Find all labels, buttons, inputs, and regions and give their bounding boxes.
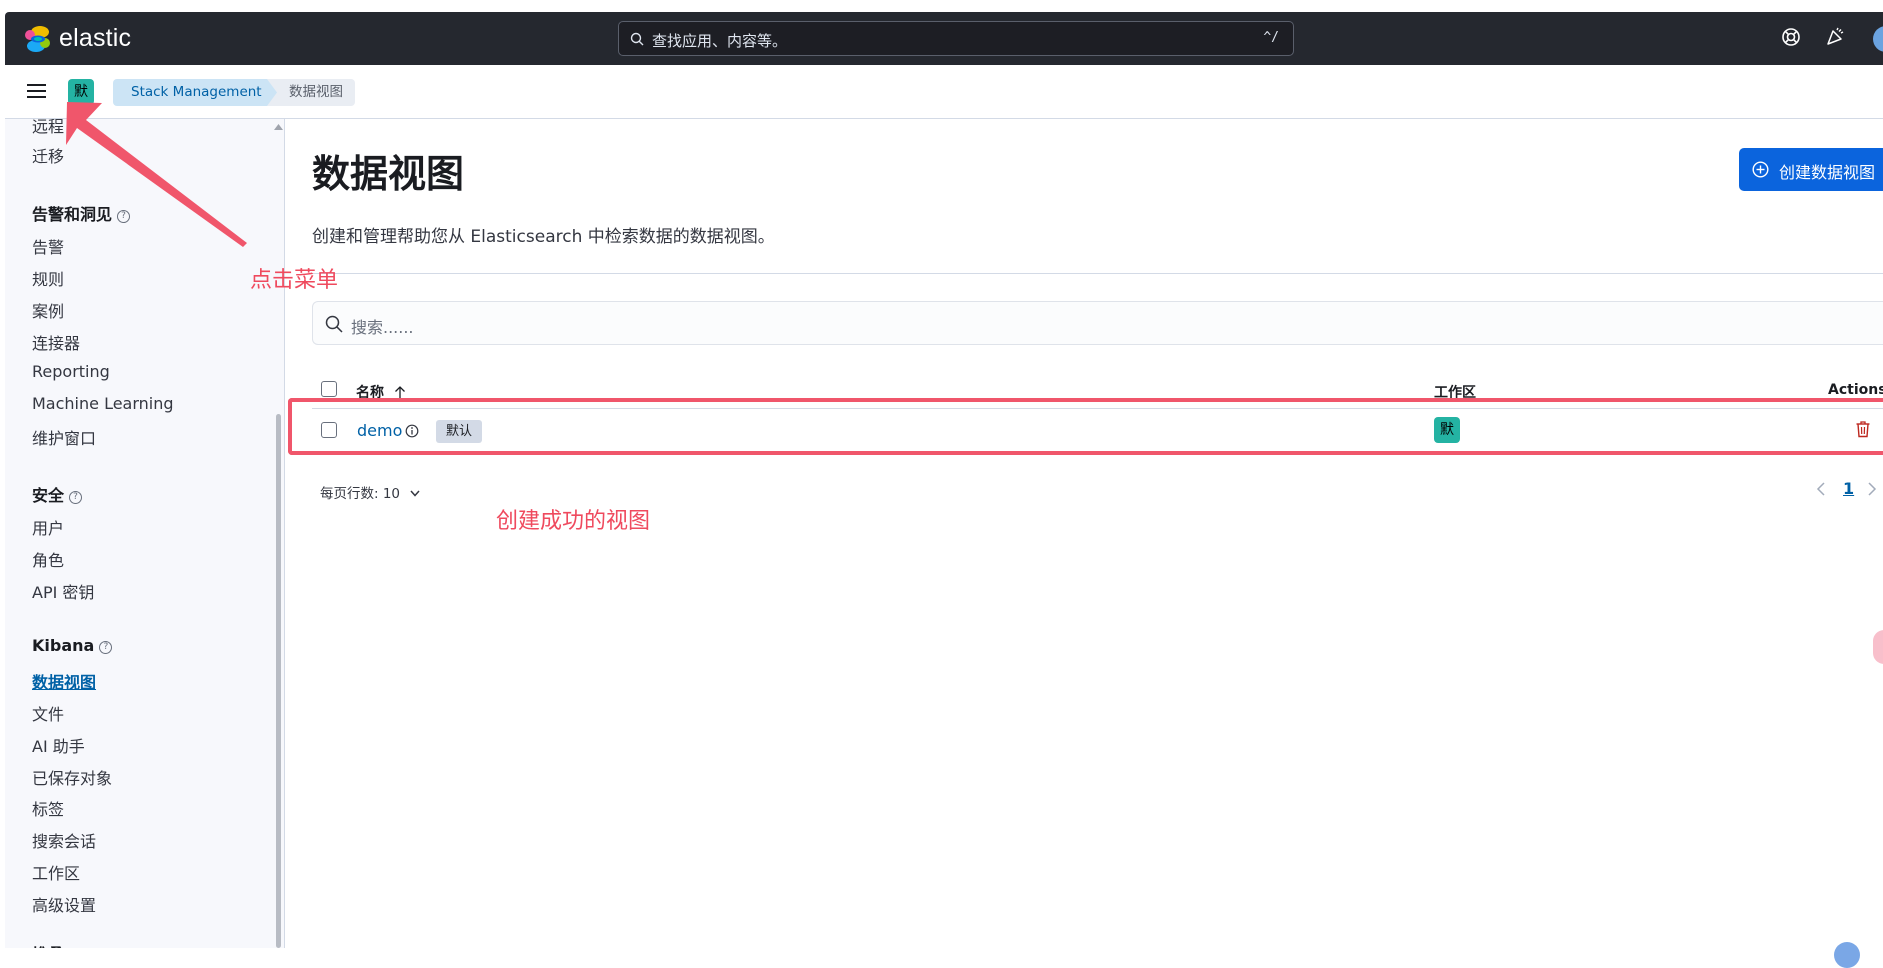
sidebar-item-data-views[interactable]: 数据视图 (32, 669, 96, 693)
annotation-click-menu: 点击菜单 (250, 262, 338, 294)
page-number-current[interactable]: 1 (1843, 479, 1854, 498)
select-all-checkbox[interactable] (321, 381, 337, 397)
breadcrumb-stack-management[interactable]: Stack Management (113, 79, 286, 106)
default-badge: 默认 (436, 420, 482, 443)
info-icon[interactable] (405, 424, 419, 438)
data-view-search-input[interactable]: 搜索...... (312, 301, 1883, 345)
sidebar-item-roles[interactable]: 角色 (32, 547, 64, 571)
sidebar-item-remote[interactable]: 远程 (32, 119, 64, 137)
help-lifebuoy-icon[interactable] (1781, 27, 1801, 47)
sidebar-item-migrate[interactable]: 迁移 (32, 143, 64, 167)
sidebar-heading-security: 安全? (32, 482, 82, 506)
sidebar-item-alerts[interactable]: 告警 (32, 234, 64, 258)
sidebar-item-ai-assistant[interactable]: AI 助手 (32, 733, 85, 757)
management-sidebar: 远程 迁移 告警和洞见? 告警 规则 案例 连接器 Reporting Mach… (5, 119, 285, 948)
data-view-name-link[interactable]: demo (357, 421, 402, 440)
news-feed-icon[interactable] (1825, 27, 1845, 47)
page-title: 数据视图 (312, 143, 464, 198)
search-shortcut-hint: ^/ (1263, 30, 1279, 45)
global-search-field[interactable]: 查找应用、内容等。 ^/ (618, 21, 1294, 56)
help-icon[interactable]: ? (69, 491, 82, 504)
table-row-divider (312, 453, 1883, 454)
chevron-down-icon (410, 490, 420, 497)
column-header-space: 工作区 (1434, 382, 1476, 402)
scroll-up-arrow-icon[interactable] (274, 124, 283, 130)
space-avatar: 默 (1434, 417, 1460, 443)
help-icon[interactable]: ? (117, 210, 130, 223)
sidebar-item-api-keys[interactable]: API 密钥 (32, 579, 94, 603)
create-data-view-label: 创建数据视图 (1779, 159, 1875, 183)
sidebar-item-users[interactable]: 用户 (32, 515, 64, 539)
column-header-name[interactable]: 名称 (356, 382, 406, 402)
row-select-checkbox[interactable] (321, 422, 337, 438)
global-search-placeholder: 查找应用、内容等。 (652, 30, 787, 51)
elastic-logo-icon[interactable] (23, 24, 53, 54)
hamburger-menu-icon[interactable] (27, 83, 47, 99)
sidebar-heading-kibana: Kibana? (32, 636, 112, 655)
search-icon (630, 32, 644, 46)
breadcrumb-bar: 默 Stack Management 数据视图 (5, 65, 1883, 119)
sidebar-item-connectors[interactable]: 连接器 (32, 330, 80, 354)
next-page-chevron-icon[interactable] (1867, 481, 1877, 497)
rows-per-page-selector[interactable]: 每页行数: 10 (320, 482, 420, 502)
annotation-highlight-box (288, 398, 1883, 455)
delete-trash-icon[interactable] (1855, 420, 1871, 438)
top-header: elastic 查找应用、内容等。 ^/ (5, 12, 1883, 65)
annotation-created-view: 创建成功的视图 (496, 503, 650, 535)
search-icon (325, 315, 343, 333)
user-avatar[interactable] (1873, 26, 1883, 52)
sidebar-item-files[interactable]: 文件 (32, 701, 64, 725)
sidebar-item-reporting[interactable]: Reporting (32, 362, 110, 381)
create-data-view-button[interactable]: 创建数据视图 (1739, 148, 1883, 191)
sidebar-item-search-sessions[interactable]: 搜索会话 (32, 828, 96, 852)
previous-page-chevron-icon[interactable] (1816, 481, 1826, 497)
column-header-actions: Actions (1828, 382, 1883, 398)
sidebar-item-machine-learning[interactable]: Machine Learning (32, 394, 174, 413)
header-divider (312, 273, 1883, 274)
space-selector-avatar[interactable]: 默 (68, 79, 94, 105)
sidebar-heading-alerts-insights: 告警和洞见? (32, 201, 130, 225)
sidebar-item-tags[interactable]: 标签 (32, 796, 64, 820)
sidebar-heading-stack: 堆叠 (32, 941, 64, 948)
brand-name[interactable]: elastic (59, 24, 131, 53)
sidebar-scrollbar-thumb[interactable] (276, 414, 281, 948)
sort-ascending-arrow-icon (394, 386, 406, 398)
sidebar-item-spaces[interactable]: 工作区 (32, 860, 80, 884)
sidebar-item-cases[interactable]: 案例 (32, 298, 64, 322)
help-icon[interactable]: ? (99, 641, 112, 654)
page-description: 创建和管理帮助您从 Elasticsearch 中检索数据的数据视图。 (312, 222, 775, 247)
breadcrumb-data-views: 数据视图 (267, 79, 355, 106)
sidebar-item-rules[interactable]: 规则 (32, 266, 64, 290)
search-placeholder: 搜索...... (351, 314, 414, 338)
sidebar-item-advanced-settings[interactable]: 高级设置 (32, 892, 96, 916)
table-header-divider (312, 408, 1883, 409)
plus-circle-icon (1752, 161, 1769, 178)
sidebar-item-saved-objects[interactable]: 已保存对象 (32, 765, 112, 789)
sidebar-item-maintenance-windows[interactable]: 维护窗口 (32, 425, 96, 449)
floating-edge-bubble[interactable] (1873, 630, 1883, 664)
floating-help-circle[interactable] (1834, 942, 1860, 968)
